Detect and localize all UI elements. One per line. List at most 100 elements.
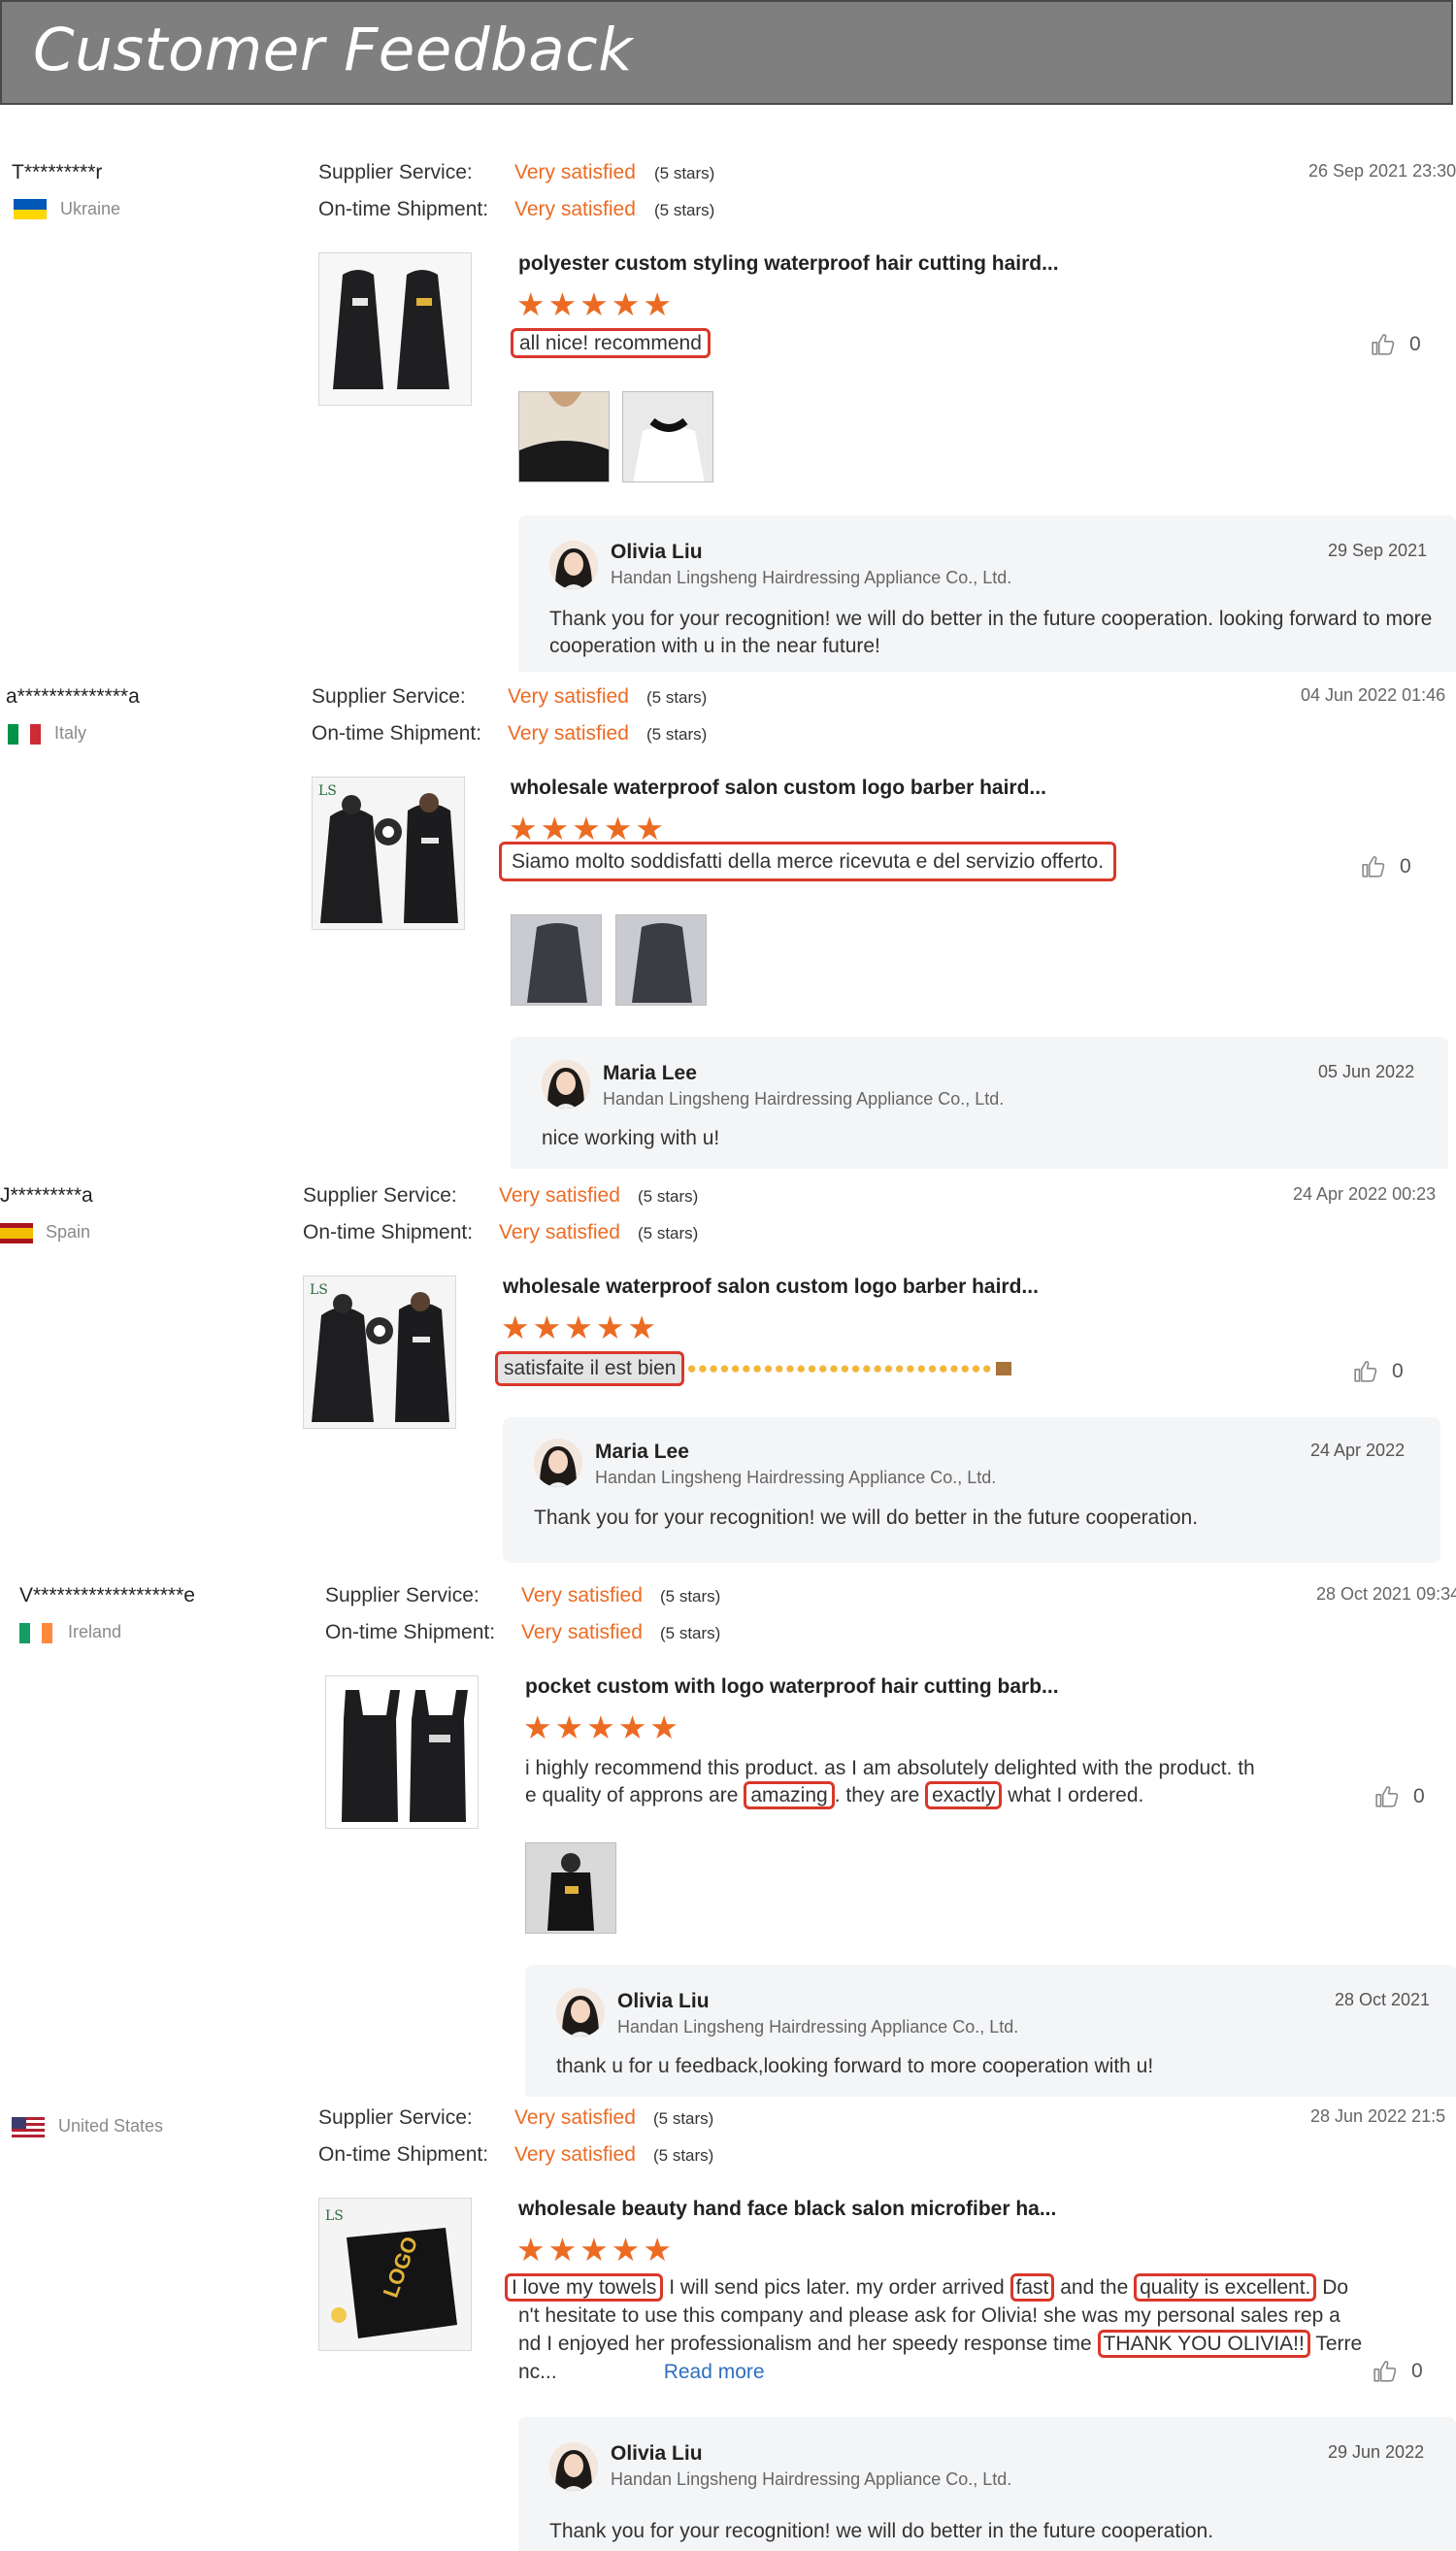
thumb-up-icon xyxy=(1353,1359,1378,1384)
product-title[interactable]: pocket custom with logo waterproof hair … xyxy=(525,1675,1059,1699)
supplier-service-rating: Very satisfied xyxy=(499,1184,620,1207)
supplier-service-label: Supplier Service: xyxy=(318,2106,473,2129)
reply-author: Olivia Liu xyxy=(617,1990,710,2012)
shipment-rating: Very satisfied xyxy=(514,2143,636,2166)
flag-ukraine-icon xyxy=(14,199,47,219)
page-banner: Customer Feedback xyxy=(0,0,1453,105)
avatar xyxy=(549,541,598,589)
product-title[interactable]: wholesale waterproof salon custom logo b… xyxy=(511,777,1046,800)
supplier-service-stars: (5 stars) xyxy=(654,164,715,182)
review-photo[interactable] xyxy=(615,914,707,1006)
product-title[interactable]: wholesale waterproof salon custom logo b… xyxy=(503,1276,1039,1299)
like-button[interactable]: 0 xyxy=(1373,2359,1423,2384)
reply-message: Thank you for your recognition! we will … xyxy=(549,2520,1214,2542)
reply-message: Thank you for your recognition! we will … xyxy=(534,1507,1199,1529)
reply-date: 24 Apr 2022 xyxy=(1310,1441,1406,1460)
reply-date: 29 Sep 2021 xyxy=(1328,541,1428,560)
supplier-service-rating: Very satisfied xyxy=(521,1584,643,1607)
reviewer-country: Ireland xyxy=(68,1622,122,1641)
reply-message: Thank you for your recognition! we will … xyxy=(549,608,1433,657)
product-thumbnail[interactable] xyxy=(303,1276,456,1429)
reply-company: Handan Lingsheng Hairdressing Appliance … xyxy=(611,568,1012,587)
review-photo[interactable] xyxy=(511,914,602,1006)
reply-company: Handan Lingsheng Hairdressing Appliance … xyxy=(611,2469,1012,2489)
product-thumbnail[interactable] xyxy=(325,1675,479,1829)
flag-italy-icon xyxy=(8,724,41,745)
shipment-stars: (5 stars) xyxy=(654,201,715,219)
seller-reply: Olivia Liu Handan Lingsheng Hairdressing… xyxy=(518,515,1456,672)
reviewer-country: Italy xyxy=(54,723,87,743)
reply-date: 29 Jun 2022 xyxy=(1328,2442,1425,2462)
review-card: United States Supplier Service: Very sat… xyxy=(0,2097,1456,2551)
thumb-up-icon xyxy=(1361,854,1386,879)
like-count: 0 xyxy=(1413,1785,1425,1807)
avatar xyxy=(549,2442,598,2491)
review-photo[interactable] xyxy=(525,1842,616,1934)
review-text: I love my towels I will send pics later.… xyxy=(505,2273,1369,2386)
star-rating: ★★★★★ xyxy=(516,286,675,322)
reviewer-name: T*********r xyxy=(12,161,103,183)
shipment-label: On-time Shipment: xyxy=(303,1221,474,1243)
review-date: 24 Apr 2022 00:23 xyxy=(1293,1184,1437,1204)
review-photo[interactable] xyxy=(518,391,610,482)
like-button[interactable]: 0 xyxy=(1353,1359,1404,1384)
reply-message: thank u for u feedback,looking forward t… xyxy=(556,2055,1154,2077)
supplier-service-label: Supplier Service: xyxy=(325,1584,480,1607)
shipment-stars: (5 stars) xyxy=(653,2146,714,2165)
star-rating: ★★★★★ xyxy=(516,2232,675,2268)
shipment-rating: Very satisfied xyxy=(508,722,629,745)
reviewer-country: United States xyxy=(58,2116,164,2136)
reply-date: 28 Oct 2021 xyxy=(1335,1990,1431,2009)
like-count: 0 xyxy=(1409,333,1421,355)
shipment-label: On-time Shipment: xyxy=(318,198,489,220)
supplier-service-stars: (5 stars) xyxy=(653,2109,714,2128)
like-count: 0 xyxy=(1411,2360,1423,2382)
review-card: T*********r Ukraine Supplier Service: Ve… xyxy=(0,146,1456,672)
reply-company: Handan Lingsheng Hairdressing Appliance … xyxy=(617,2017,1019,2037)
reply-company: Handan Lingsheng Hairdressing Appliance … xyxy=(595,1468,997,1487)
review-date: 26 Sep 2021 23:30 xyxy=(1308,161,1456,181)
avatar xyxy=(534,1439,582,1487)
product-thumbnail[interactable] xyxy=(312,777,465,930)
seller-reply: Maria Lee Handan Lingsheng Hairdressing … xyxy=(511,1037,1448,1169)
read-more-link[interactable]: Read more xyxy=(664,2361,765,2383)
review-photo[interactable] xyxy=(622,391,713,482)
like-button[interactable]: 0 xyxy=(1374,1784,1425,1809)
like-count: 0 xyxy=(1400,855,1411,878)
reply-company: Handan Lingsheng Hairdressing Appliance … xyxy=(603,1089,1005,1109)
review-date: 28 Oct 2021 09:34 xyxy=(1316,1584,1456,1604)
supplier-service-rating: Very satisfied xyxy=(514,161,636,183)
reviewer-name: V*******************e xyxy=(19,1584,195,1607)
review-date: 04 Jun 2022 01:46 xyxy=(1301,685,1446,705)
supplier-service-stars: (5 stars) xyxy=(646,688,708,707)
supplier-service-stars: (5 stars) xyxy=(638,1187,699,1206)
reviewer-name: J*********a xyxy=(0,1184,93,1207)
review-text: satisfaite il est bien ●●●●●●●●●●●●●●●●●… xyxy=(495,1351,1011,1386)
product-thumbnail[interactable] xyxy=(318,252,472,406)
page-title: Customer Feedback xyxy=(33,16,634,84)
thumb-up-icon xyxy=(1373,2359,1398,2384)
shipment-stars: (5 stars) xyxy=(638,1224,699,1242)
review-text: all nice! recommend xyxy=(511,328,711,358)
review-card: a**************a Italy Supplier Service:… xyxy=(0,672,1456,1169)
reply-author: Olivia Liu xyxy=(611,2442,703,2465)
avatar xyxy=(542,1060,590,1109)
supplier-service-rating: Very satisfied xyxy=(508,685,629,708)
supplier-service-rating: Very satisfied xyxy=(514,2106,636,2129)
seller-reply: Olivia Liu Handan Lingsheng Hairdressing… xyxy=(518,2417,1456,2551)
product-thumbnail[interactable] xyxy=(318,2198,472,2351)
reply-date: 05 Jun 2022 xyxy=(1318,1062,1415,1081)
supplier-service-label: Supplier Service: xyxy=(303,1184,457,1207)
like-button[interactable]: 0 xyxy=(1361,854,1411,879)
like-button[interactable]: 0 xyxy=(1371,332,1421,357)
thumb-up-icon xyxy=(1371,332,1396,357)
star-rating: ★★★★★ xyxy=(501,1309,659,1345)
product-title[interactable]: wholesale beauty hand face black salon m… xyxy=(518,2198,1056,2221)
reply-author: Maria Lee xyxy=(603,1062,697,1084)
product-title[interactable]: polyester custom styling waterproof hair… xyxy=(518,252,1059,276)
reply-author: Maria Lee xyxy=(595,1441,689,1463)
review-text: i highly recommend this product. as I am… xyxy=(525,1755,1302,1809)
review-card: V*******************e Ireland Supplier S… xyxy=(0,1569,1456,2097)
flag-ireland-icon xyxy=(19,1623,52,1643)
star-rating: ★★★★★ xyxy=(523,1709,681,1745)
